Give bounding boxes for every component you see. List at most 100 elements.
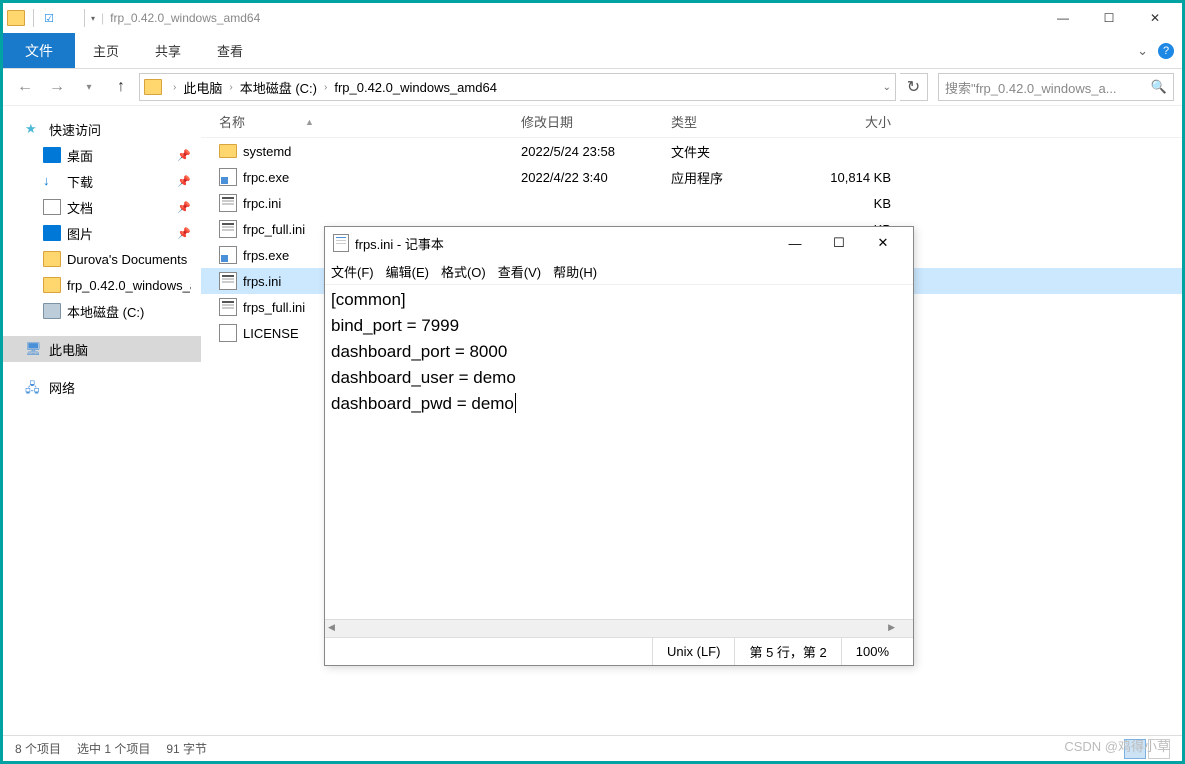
forward-button[interactable]: → bbox=[43, 73, 71, 101]
nav-sidebar: ★ 快速访问 桌面📌 ↓下载📌 文档📌 图片📌 Durova's Documen… bbox=[3, 106, 201, 735]
file-row[interactable]: frpc.iniKB bbox=[201, 190, 1182, 216]
menu-help[interactable]: 帮助(H) bbox=[553, 262, 597, 281]
sidebar-item-label: 快速访问 bbox=[49, 120, 101, 139]
search-icon[interactable]: 🔍 bbox=[1151, 79, 1167, 95]
crumb-sep-icon[interactable]: › bbox=[224, 82, 237, 93]
sidebar-quick-access[interactable]: ★ 快速访问 bbox=[3, 116, 201, 142]
file-type: 应用程序 bbox=[671, 168, 821, 187]
ini-icon bbox=[219, 272, 237, 290]
text-cursor bbox=[515, 393, 516, 413]
sidebar-item-label: frp_0.42.0_windows_amd64 bbox=[67, 278, 191, 293]
status-size: 91 字节 bbox=[166, 740, 207, 757]
sidebar-item-label: 图片 bbox=[67, 224, 93, 243]
desktop-icon bbox=[43, 147, 61, 163]
col-modified-header[interactable]: 修改日期 bbox=[521, 112, 671, 131]
crumb-sep-icon[interactable]: › bbox=[168, 82, 181, 93]
expand-ribbon-icon[interactable]: ⌄ bbox=[1137, 43, 1148, 59]
crumb-sep-icon[interactable]: › bbox=[319, 82, 332, 93]
qa-dropdown-icon[interactable]: ▾ bbox=[91, 14, 95, 23]
notepad-minimize-button[interactable]: — bbox=[773, 229, 817, 257]
star-icon: ★ bbox=[25, 121, 43, 137]
statusbar: 8 个项目 选中 1 个项目 91 字节 bbox=[3, 735, 1182, 761]
home-tab[interactable]: 主页 bbox=[75, 33, 137, 68]
file-row[interactable]: frpc.exe2022/4/22 3:40应用程序10,814 KB bbox=[201, 164, 1182, 190]
file-modified: 2022/4/22 3:40 bbox=[521, 170, 671, 185]
address-folder-icon bbox=[144, 79, 162, 95]
watermark: CSDN @鸡得小草 bbox=[1064, 736, 1170, 755]
help-icon[interactable]: ? bbox=[1158, 43, 1174, 59]
file-type: 文件夹 bbox=[671, 142, 821, 161]
pin-icon: 📌 bbox=[177, 149, 191, 162]
notepad-textarea[interactable]: [common] bind_port = 7999 dashboard_port… bbox=[325, 285, 913, 619]
notepad-encoding: Unix (LF) bbox=[652, 638, 734, 665]
notepad-titlebar[interactable]: frps.ini - 记事本 — ☐ ✕ bbox=[325, 227, 913, 259]
search-input[interactable]: 搜索"frp_0.42.0_windows_a... 🔍 bbox=[938, 73, 1174, 101]
qa-separator bbox=[60, 9, 78, 27]
sidebar-this-pc[interactable]: 🖥此电脑 bbox=[3, 336, 201, 362]
notepad-hscrollbar[interactable] bbox=[325, 619, 913, 637]
file-name: frps.ini bbox=[243, 274, 281, 289]
window-title: frp_0.42.0_windows_amd64 bbox=[110, 11, 260, 25]
notepad-menubar: 文件(F) 编辑(E) 格式(O) 查看(V) 帮助(H) bbox=[325, 259, 913, 285]
file-tab[interactable]: 文件 bbox=[3, 33, 75, 68]
file-name: frpc_full.ini bbox=[243, 222, 305, 237]
col-type-header[interactable]: 类型 bbox=[671, 112, 821, 131]
back-button[interactable]: ← bbox=[11, 73, 39, 101]
quick-access-toolbar: ☑ bbox=[33, 9, 85, 27]
pictures-icon bbox=[43, 225, 61, 241]
menu-format[interactable]: 格式(O) bbox=[441, 262, 486, 281]
app-folder-icon bbox=[7, 10, 25, 26]
sidebar-network[interactable]: 🖧网络 bbox=[3, 374, 201, 400]
exe-icon bbox=[219, 246, 237, 264]
crumb-drive-c[interactable]: 本地磁盘 (C:) bbox=[238, 78, 319, 97]
sidebar-item-downloads[interactable]: ↓下载📌 bbox=[3, 168, 201, 194]
pin-icon: 📌 bbox=[177, 227, 191, 240]
close-button[interactable]: ✕ bbox=[1132, 3, 1178, 33]
file-name: LICENSE bbox=[243, 326, 299, 341]
file-row[interactable]: systemd2022/5/24 23:58文件夹 bbox=[201, 138, 1182, 164]
exe-icon bbox=[219, 168, 237, 186]
recent-dropdown-icon[interactable]: ▾ bbox=[75, 73, 103, 101]
sidebar-item-drive-c[interactable]: 本地磁盘 (C:) bbox=[3, 298, 201, 324]
maximize-button[interactable]: ☐ bbox=[1086, 3, 1132, 33]
crumb-this-pc[interactable]: 此电脑 bbox=[181, 78, 224, 97]
sidebar-item-pictures[interactable]: 图片 📌 bbox=[3, 220, 201, 246]
sidebar-item-desktop[interactable]: 桌面📌 bbox=[3, 142, 201, 168]
minimize-button[interactable]: — bbox=[1040, 3, 1086, 33]
pin-icon: 📌 bbox=[177, 175, 191, 188]
col-size-header[interactable]: 大小 bbox=[821, 112, 911, 131]
menu-view[interactable]: 查看(V) bbox=[498, 262, 541, 281]
sidebar-item-label: Durova's Documents bbox=[67, 252, 187, 267]
menu-edit[interactable]: 编辑(E) bbox=[386, 262, 429, 281]
refresh-button[interactable]: ↻ bbox=[900, 73, 928, 101]
pin-icon: 📌 bbox=[177, 201, 191, 214]
status-selected: 选中 1 个项目 bbox=[77, 740, 150, 757]
file-name: frps.exe bbox=[243, 248, 289, 263]
notepad-close-button[interactable]: ✕ bbox=[861, 229, 905, 257]
menu-file[interactable]: 文件(F) bbox=[331, 262, 374, 281]
address-bar[interactable]: › 此电脑 › 本地磁盘 (C:) › frp_0.42.0_windows_a… bbox=[139, 73, 896, 101]
crumb-folder[interactable]: frp_0.42.0_windows_amd64 bbox=[332, 80, 499, 95]
ini-icon bbox=[219, 298, 237, 316]
notepad-zoom: 100% bbox=[841, 638, 903, 665]
address-dropdown-icon[interactable]: ⌄ bbox=[883, 82, 891, 93]
col-name-header[interactable]: 名称▲ bbox=[201, 112, 521, 131]
sidebar-item-frp[interactable]: frp_0.42.0_windows_amd64 bbox=[3, 272, 201, 298]
notepad-maximize-button[interactable]: ☐ bbox=[817, 229, 861, 257]
view-tab[interactable]: 查看 bbox=[199, 33, 261, 68]
sidebar-item-label: 下载 bbox=[67, 172, 93, 191]
navigation-bar: ← → ▾ ↑ › 此电脑 › 本地磁盘 (C:) › frp_0.42.0_w… bbox=[3, 69, 1182, 105]
notepad-title: frps.ini - 记事本 bbox=[355, 234, 444, 253]
sort-asc-icon: ▲ bbox=[305, 117, 314, 127]
sidebar-item-durova[interactable]: Durova's Documents bbox=[3, 246, 201, 272]
notepad-content: [common] bind_port = 7999 dashboard_port… bbox=[331, 290, 516, 413]
sidebar-item-documents[interactable]: 文档 📌 bbox=[3, 194, 201, 220]
search-placeholder: 搜索"frp_0.42.0_windows_a... bbox=[945, 78, 1117, 97]
sidebar-item-label: 文档 bbox=[67, 198, 93, 217]
up-button[interactable]: ↑ bbox=[107, 73, 135, 101]
share-tab[interactable]: 共享 bbox=[137, 33, 199, 68]
properties-icon[interactable]: ☑ bbox=[40, 9, 58, 27]
file-name: frps_full.ini bbox=[243, 300, 305, 315]
column-headers: 名称▲ 修改日期 类型 大小 bbox=[201, 106, 1182, 138]
titlebar-separator: | bbox=[101, 11, 104, 25]
